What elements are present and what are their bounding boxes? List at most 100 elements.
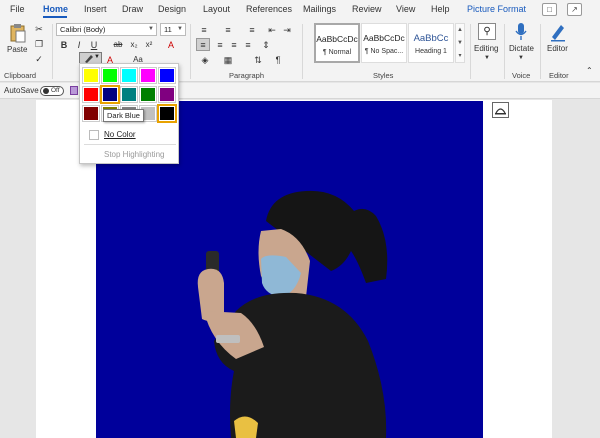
styles-scroll[interactable]: ▲ ▼ ▾ [455,23,465,63]
borders-icon[interactable]: ▦ [222,54,234,66]
font-size-value: 11 [164,25,172,34]
active-tab-indicator [43,16,67,18]
highlight-swatch-violet[interactable] [158,86,176,103]
decrease-indent-icon[interactable]: ⇤ [266,24,278,36]
menu-divider [84,144,176,145]
highlight-swatch-dark-blue[interactable] [100,85,120,104]
comments-icon[interactable]: □ [542,3,557,16]
line-spacing-icon[interactable]: ⇕ [260,39,272,51]
shading-icon[interactable]: ◈ [199,54,211,66]
tab-picture-format[interactable]: Picture Format [467,4,526,14]
tab-help[interactable]: Help [431,4,450,14]
align-left-button[interactable]: ≡ [196,38,210,51]
highlight-swatch-turquoise[interactable] [120,67,138,84]
divider [302,24,303,79]
highlight-swatch-blue[interactable] [158,67,176,84]
editor-icon [551,25,565,42]
chevron-down-icon: ▼ [484,55,490,61]
style-normal[interactable]: AaBbCcDc ¶ Normal [314,23,360,63]
copy-icon[interactable]: ❐ [33,38,45,50]
tab-file[interactable]: File [10,4,25,14]
paste-button[interactable]: Paste [7,45,27,54]
style-name: ¶ Normal [322,49,352,56]
align-right-icon[interactable]: ≡ [228,39,240,51]
menu-tab-bar: File Home Insert Draw Design Layout Refe… [0,0,600,20]
divider [470,24,471,79]
collapse-ribbon-icon[interactable]: ⌃ [586,66,593,75]
format-painter-icon[interactable]: ✓ [33,53,45,65]
style-preview: AaBbCcDc [363,33,405,43]
toggle-knob [43,88,49,94]
numbering-icon[interactable]: ≡ [222,24,234,36]
highlight-swatch-red[interactable] [82,86,100,103]
editing-button[interactable]: Editing [474,44,498,53]
editor-button[interactable]: Editor [547,44,568,53]
highlight-swatch-teal[interactable] [120,86,138,103]
bullets-icon[interactable]: ≡ [198,24,210,36]
microphone-icon [515,23,527,40]
style-no-spacing[interactable]: AaBbCcDc ¶ No Spac... [361,23,407,63]
tab-layout[interactable]: Layout [203,4,230,14]
underline-button[interactable]: U [88,39,100,51]
tab-draw[interactable]: Draw [122,4,143,14]
tab-mailings[interactable]: Mailings [303,4,336,14]
divider [190,24,191,79]
swatch-tooltip: Dark Blue [103,109,144,122]
increase-indent-icon[interactable]: ⇥ [281,24,293,36]
style-name: Heading 1 [415,48,447,55]
tab-review[interactable]: Review [352,4,382,14]
search-icon[interactable]: ⚲ [478,23,496,40]
highlight-swatch-dark-red[interactable] [82,105,100,122]
clipboard-icon [10,24,26,43]
style-preview: AaBbCcDc [316,34,358,44]
style-name: ¶ No Spac... [364,48,404,55]
autosave-state: Off [51,87,60,94]
divider [540,24,541,79]
tab-home[interactable]: Home [43,4,68,14]
save-icon[interactable] [70,86,78,95]
multilevel-list-icon[interactable]: ≡ [246,24,258,36]
divider [504,24,505,79]
bold-button[interactable]: B [58,39,70,51]
show-formatting-button[interactable]: ¶ [272,54,284,66]
styles-group-label: Styles [373,71,394,80]
sort-icon[interactable]: ⇅ [252,54,264,66]
subscript-button[interactable]: x₂ [128,39,140,51]
editor-group-label: Editor [549,71,569,80]
tab-design[interactable]: Design [158,4,186,14]
font-size-combo[interactable]: 11 ▼ [160,23,186,36]
highlight-swatch-yellow[interactable] [82,67,100,84]
autosave-toggle[interactable]: Off [40,86,64,96]
dictate-button[interactable]: Dictate [509,44,534,53]
tab-view[interactable]: View [396,4,415,14]
layout-options-button[interactable] [492,102,509,118]
align-left-icon: ≡ [200,40,206,50]
chevron-down-icon: ▼ [177,26,183,32]
clipboard-group-label: Clipboard [4,71,37,80]
justify-icon[interactable]: ≡ [242,39,254,51]
highlight-swatch-green[interactable] [139,86,157,103]
align-center-icon[interactable]: ≡ [214,39,226,51]
paragraph-group-label: Paragraph [229,71,265,80]
stop-highlighting-item[interactable]: Stop Highlighting [80,148,178,162]
tab-references[interactable]: References [246,4,292,14]
chevron-down-icon: ▼ [518,55,524,61]
font-name-value: Calibri (Body) [60,25,106,34]
share-icon[interactable]: ↗ [567,3,582,16]
italic-button[interactable]: I [73,39,85,51]
cut-icon[interactable]: ✂ [33,23,45,35]
clear-formatting-icon[interactable]: A [165,39,177,51]
layout-options-icon [495,108,506,115]
font-name-combo[interactable]: Calibri (Body) ▼ [56,23,157,36]
highlight-swatch-bright-green[interactable] [101,67,119,84]
strikethrough-button[interactable]: ab [112,39,124,51]
divider [52,24,53,79]
highlight-swatch-pink[interactable] [139,67,157,84]
tab-insert[interactable]: Insert [84,4,107,14]
style-preview: AaBbCc [413,33,449,44]
superscript-button[interactable]: x² [143,39,155,51]
style-heading-1[interactable]: AaBbCc Heading 1 [408,23,454,63]
no-color-item[interactable]: No Color [80,128,178,142]
highlight-swatch-black[interactable] [157,104,177,123]
chevron-down-icon: ▼ [148,26,154,32]
